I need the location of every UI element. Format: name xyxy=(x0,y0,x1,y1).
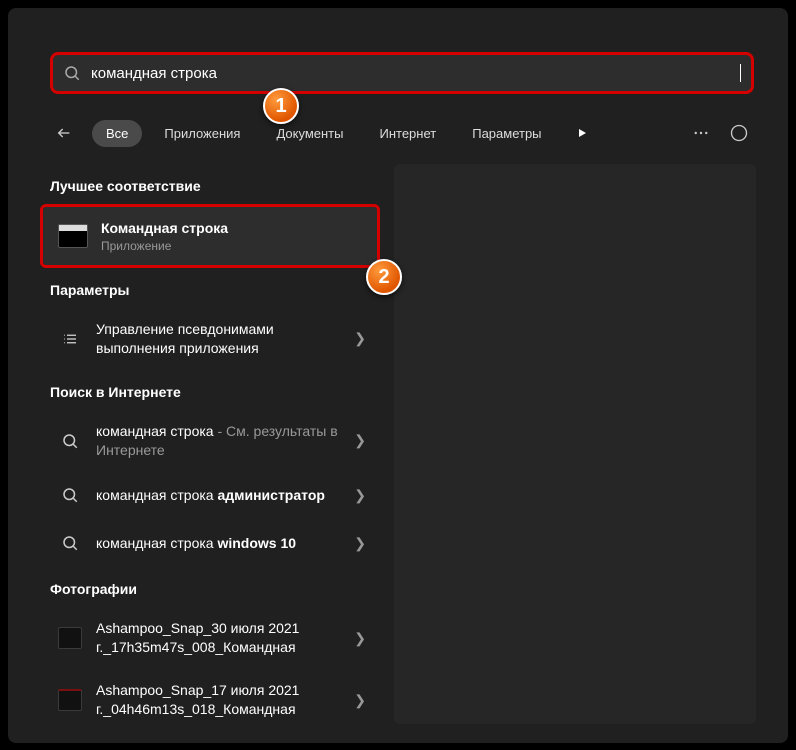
account-button[interactable] xyxy=(724,118,754,148)
settings-item-aliases[interactable]: Управление псевдонимами выполнения прило… xyxy=(40,308,380,370)
best-match-item[interactable]: Командная строка Приложение xyxy=(43,207,377,265)
web-item-0[interactable]: командная строка - См. результаты в Инте… xyxy=(40,410,380,472)
results-column: Лучшее соответствие Командная строка При… xyxy=(40,164,380,731)
web-item-title: командная строка windows 10 xyxy=(96,534,346,553)
tab-settings[interactable]: Параметры xyxy=(458,120,555,147)
chevron-right-icon: ❯ xyxy=(354,487,366,504)
preview-panel xyxy=(394,164,756,724)
tab-apps[interactable]: Приложения xyxy=(150,120,254,147)
photo-item-title: Ashampoo_Snap_30 июля 2021 г._17h35m47s_… xyxy=(96,619,346,657)
annotation-badge-2: 2 xyxy=(366,259,402,295)
chevron-right-icon: ❯ xyxy=(354,630,366,647)
web-item-1[interactable]: командная строка администратор ❯ xyxy=(40,471,380,519)
back-button[interactable] xyxy=(50,119,78,147)
image-thumb-icon xyxy=(58,626,82,650)
section-best-match: Лучшее соответствие xyxy=(50,178,370,194)
web-item-2[interactable]: командная строка windows 10 ❯ xyxy=(40,519,380,567)
tab-web[interactable]: Интернет xyxy=(365,120,450,147)
best-match-title: Командная строка xyxy=(101,219,363,238)
photo-item-0[interactable]: Ashampoo_Snap_30 июля 2021 г._17h35m47s_… xyxy=(40,607,380,669)
annotation-badge-1: 1 xyxy=(263,88,299,124)
tab-all[interactable]: Все xyxy=(92,120,142,147)
web-item-title: командная строка администратор xyxy=(96,486,346,505)
chevron-right-icon: ❯ xyxy=(354,330,366,347)
search-input[interactable]: командная строка xyxy=(91,65,746,82)
best-match-highlight: Командная строка Приложение xyxy=(40,204,380,268)
list-icon xyxy=(58,327,82,351)
text-caret xyxy=(740,64,741,82)
search-icon xyxy=(58,531,82,555)
image-thumb-icon xyxy=(58,688,82,712)
chevron-right-icon: ❯ xyxy=(354,692,366,709)
filter-tabs: Все Приложения Документы Интернет Параме… xyxy=(50,112,754,154)
search-icon xyxy=(63,64,81,82)
best-match-subtitle: Приложение xyxy=(101,239,363,253)
web-item-title: командная строка - См. результаты в Инте… xyxy=(96,422,346,460)
more-tab-button[interactable] xyxy=(568,119,596,147)
settings-item-title: Управление псевдонимами выполнения прило… xyxy=(96,320,346,358)
chevron-right-icon: ❯ xyxy=(354,432,366,449)
search-icon xyxy=(58,483,82,507)
chevron-right-icon: ❯ xyxy=(354,535,366,552)
section-web: Поиск в Интернете xyxy=(50,384,370,400)
search-icon xyxy=(58,429,82,453)
section-photos: Фотографии xyxy=(50,581,370,597)
section-settings: Параметры xyxy=(50,282,370,298)
photo-item-1[interactable]: Ashampoo_Snap_17 июля 2021 г._04h46m13s_… xyxy=(40,669,380,731)
cmd-icon xyxy=(57,220,89,252)
search-panel: командная строка 1 Все Приложения Докуме… xyxy=(8,8,788,743)
search-bar[interactable]: командная строка xyxy=(50,52,754,94)
photo-item-title: Ashampoo_Snap_17 июля 2021 г._04h46m13s_… xyxy=(96,681,346,719)
more-options-button[interactable] xyxy=(686,118,716,148)
